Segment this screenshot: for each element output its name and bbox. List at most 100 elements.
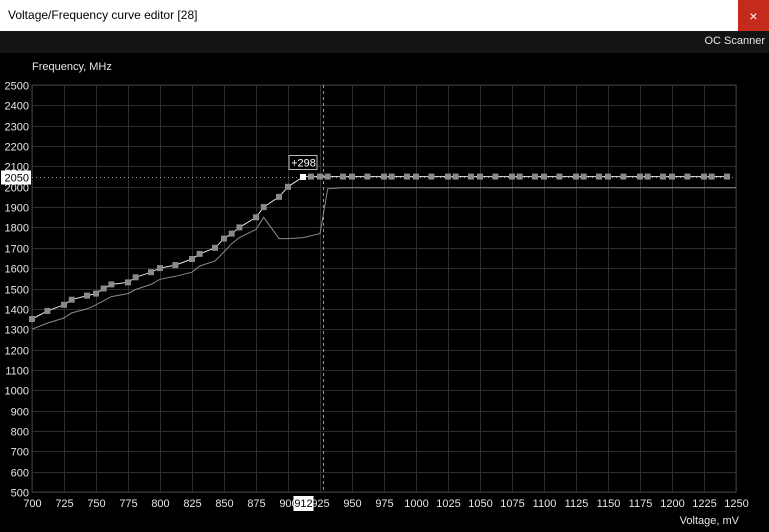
y-tick-label: 1300 [5, 325, 29, 337]
curve-point [445, 173, 451, 180]
curve-point [276, 193, 282, 200]
y-tick-label: 1100 [5, 366, 29, 378]
x-tick-label: 775 [119, 498, 137, 510]
curve-point [340, 173, 346, 180]
curve-point [132, 274, 139, 281]
curve-point [221, 235, 227, 242]
curve-point [556, 173, 563, 180]
y-tick-label: 2300 [5, 122, 29, 134]
window-titlebar: Voltage/Frequency curve editor [28] × [0, 0, 769, 31]
curve-point [317, 173, 323, 180]
curve-point [404, 173, 410, 180]
curve-point [253, 214, 259, 221]
y-tick-label: 1700 [5, 244, 29, 256]
y-tick-label: 2400 [5, 101, 29, 113]
close-button[interactable]: × [738, 0, 769, 31]
y-tick-label: 2200 [5, 142, 29, 154]
x-tick-label: 1125 [565, 498, 589, 510]
x-tick-label: 1225 [692, 498, 716, 510]
curve-point [708, 173, 715, 180]
curve-point [413, 173, 419, 180]
curve-point [477, 173, 483, 180]
oc-scanner-button[interactable]: OC Scanner [704, 35, 765, 47]
curve-point [108, 281, 115, 288]
curve-point [44, 307, 51, 314]
curve-point [285, 183, 291, 190]
y-tick-labels: 5006007008009001000110012001300140015001… [5, 81, 29, 500]
curve-point [125, 279, 131, 286]
curve-point [644, 173, 651, 180]
curve-point [516, 173, 523, 180]
curve-point [364, 173, 371, 180]
x-tick-label: 700 [23, 498, 41, 510]
curve-point [157, 265, 163, 272]
x-tick-label: 1150 [597, 498, 621, 510]
curve-point [100, 285, 107, 292]
y-tick-label: 2500 [5, 81, 29, 93]
curve-point [580, 173, 587, 180]
x-tick-label: 950 [343, 498, 361, 510]
x-tick-label: 800 [151, 498, 169, 510]
curve-point [492, 173, 499, 180]
curve-point [605, 173, 611, 180]
y-tick-label: 700 [11, 447, 29, 459]
x-tick-label: 925 [311, 498, 329, 510]
curve-point [196, 250, 203, 257]
x-tick-label: 725 [55, 498, 73, 510]
curve-point [541, 173, 547, 180]
curve-point [189, 256, 195, 262]
curve-point [573, 173, 579, 180]
curve-point [701, 173, 707, 180]
offset-tooltip-label: +298 [291, 158, 316, 170]
curve-point [532, 173, 538, 180]
x-tick-label: 1100 [533, 498, 557, 510]
curve-point [596, 173, 602, 180]
y-tick-label: 1900 [5, 203, 29, 215]
toolbar: OC Scanner [0, 31, 769, 53]
x-tick-label: 875 [247, 498, 265, 510]
curve-point [93, 290, 99, 297]
curve-point [637, 173, 643, 180]
selected-frequency-label: 2050 [5, 173, 29, 185]
curve-point [260, 204, 267, 211]
curve-point [452, 173, 459, 180]
x-tick-label: 1050 [468, 498, 492, 510]
curve-point [684, 173, 691, 180]
curve-point [228, 230, 235, 237]
curve-point [381, 173, 387, 180]
curve-point [236, 224, 243, 231]
selected-point [300, 174, 306, 180]
curve-point [509, 173, 515, 180]
x-tick-label: 825 [183, 498, 201, 510]
curve-point [428, 173, 435, 180]
y-tick-label: 1500 [5, 285, 29, 297]
x-tick-labels: 700 725 750 775 800 825 850 875 900 925 950 975 1000… [23, 498, 748, 510]
vf-curve-chart[interactable]: 5006007008009001000110012001300140015001… [0, 53, 769, 532]
close-icon: × [749, 7, 758, 24]
x-tick-label: 750 [87, 498, 105, 510]
x-tick-label: 1000 [404, 498, 428, 510]
y-tick-label: 1000 [5, 386, 29, 398]
y-tick-label: 600 [11, 468, 29, 480]
curve-point [61, 301, 67, 308]
window-title: Voltage/Frequency curve editor [28] [8, 8, 198, 22]
curve-point [349, 173, 355, 180]
curve-point [660, 173, 666, 180]
curve-point [29, 316, 35, 322]
curve-point [212, 244, 218, 251]
selected-voltage-label: 912 [294, 498, 312, 510]
curve-point [172, 262, 179, 269]
y-tick-label: 800 [11, 427, 29, 439]
curve-point [308, 173, 314, 180]
curve-point [620, 173, 627, 180]
x-tick-label: 1025 [436, 498, 460, 510]
x-tick-label: 1175 [629, 498, 653, 510]
curve-point [84, 292, 90, 299]
y-tick-label: 1800 [5, 223, 29, 235]
curve-point [468, 173, 474, 180]
curve-point [669, 173, 675, 180]
curve-point [724, 173, 730, 180]
y-tick-label: 1200 [5, 346, 29, 358]
x-tick-label: 1075 [500, 498, 524, 510]
curve-point [388, 173, 395, 180]
